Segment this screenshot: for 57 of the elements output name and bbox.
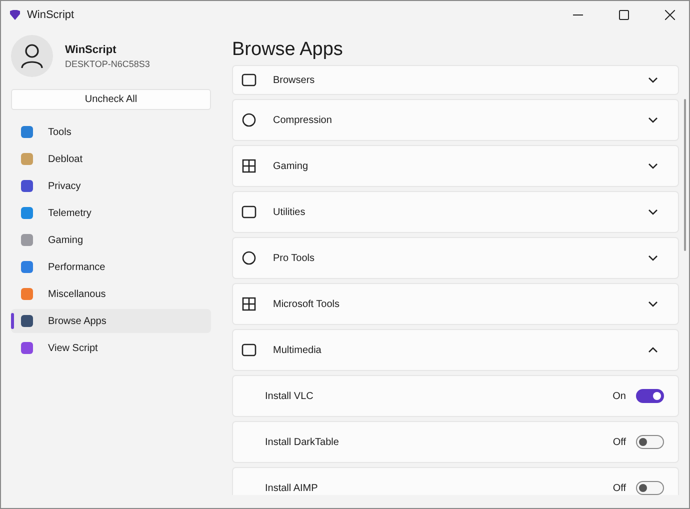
- toggle-state: Off: [612, 436, 626, 448]
- sidebar-item[interactable]: Gaming: [11, 228, 211, 252]
- nav-icon: [19, 313, 35, 329]
- chevron-icon: [648, 77, 658, 83]
- uncheck-all-button[interactable]: Uncheck All: [11, 89, 211, 110]
- nav-icon: [19, 151, 35, 167]
- app-logo-icon: [9, 10, 21, 20]
- category-header[interactable]: Multimedia: [232, 329, 679, 371]
- category-header[interactable]: Utilities: [232, 191, 679, 233]
- sidebar-item[interactable]: Performance: [11, 255, 211, 279]
- category-icon: [241, 250, 257, 266]
- chevron-icon: [648, 209, 658, 215]
- sidebar-item[interactable]: Telemetry: [11, 201, 211, 225]
- category-header[interactable]: Gaming: [232, 145, 679, 187]
- option-label: Install VLC: [265, 390, 314, 402]
- sidebar-item[interactable]: Browse Apps: [11, 309, 211, 333]
- option-label: Install AIMP: [265, 482, 318, 494]
- toggle-switch[interactable]: [636, 435, 664, 449]
- chevron-icon: [648, 255, 658, 261]
- category-icon: [241, 158, 257, 174]
- sidebar-item[interactable]: Miscellanous: [11, 282, 211, 306]
- sidebar-item[interactable]: Privacy: [11, 174, 211, 198]
- nav-icon: [19, 286, 35, 302]
- option-label: Install DarkTable: [265, 436, 339, 448]
- profile-name: WinScript: [65, 44, 118, 56]
- avatar: [11, 35, 53, 77]
- chevron-icon: [648, 117, 658, 123]
- category-icon: [241, 342, 257, 358]
- category-icon: [241, 72, 257, 88]
- chevron-icon: [648, 347, 658, 353]
- machine-name: DESKTOP-N6C58S3: [65, 58, 150, 68]
- category-icon: [241, 112, 257, 128]
- chevron-icon: [648, 301, 658, 307]
- toggle-switch[interactable]: [636, 389, 664, 403]
- window-title: WinScript: [27, 9, 74, 21]
- category-header[interactable]: Compression: [232, 99, 679, 141]
- nav-icon: [19, 259, 35, 275]
- page-title: Browse Apps: [232, 39, 344, 61]
- nav-icon: [19, 205, 35, 221]
- maximize-icon[interactable]: [619, 10, 629, 20]
- chevron-icon: [648, 163, 658, 169]
- category-icon: [241, 296, 257, 312]
- nav-icon: [19, 232, 35, 248]
- category-header[interactable]: Microsoft Tools: [232, 283, 679, 325]
- sidebar-item[interactable]: View Script: [11, 336, 211, 360]
- toggle-state: On: [612, 390, 626, 402]
- sidebar-item[interactable]: Tools: [11, 120, 211, 144]
- sidebar-item[interactable]: Debloat: [11, 147, 211, 171]
- close-icon[interactable]: [665, 10, 675, 20]
- category-icon: [241, 204, 257, 220]
- toggle-state: Off: [612, 482, 626, 494]
- category-header[interactable]: Pro Tools: [232, 237, 679, 279]
- nav-icon: [19, 340, 35, 356]
- category-header[interactable]: Browsers: [232, 65, 679, 95]
- nav-icon: [19, 124, 35, 140]
- nav-icon: [19, 178, 35, 194]
- toggle-switch[interactable]: [636, 481, 664, 495]
